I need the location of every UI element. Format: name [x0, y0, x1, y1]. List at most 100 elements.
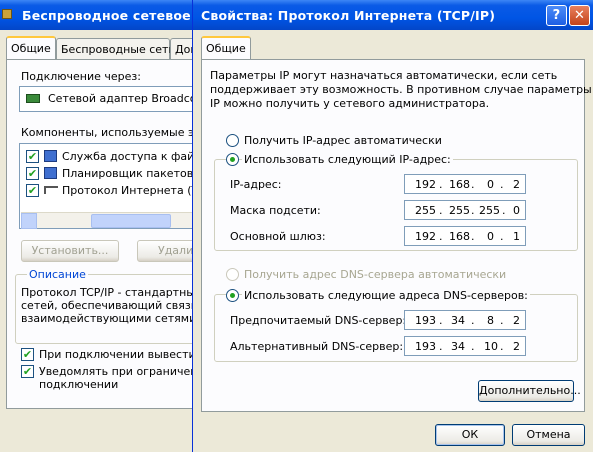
dialog-tab-panel: Параметры IP могут назначаться автоматич…	[201, 59, 592, 412]
manual-dns-radio[interactable]	[226, 289, 239, 302]
adapter-name: Сетевой адаптер Broadcom	[48, 92, 208, 105]
mask-octet: 255	[415, 204, 436, 217]
back-tab-general[interactable]: Общие	[6, 36, 56, 60]
components-list: ✔ Служба доступа к файлам ✔ Планировщик …	[19, 143, 219, 229]
tcpip-dialog: Свойства: Протокол Интернета (TCP/IP) ? …	[192, 0, 593, 452]
component-label: Планировщик пакетов Qo	[62, 167, 213, 180]
manual-dns-label[interactable]: Использовать следующие адреса DNS-сервер…	[242, 289, 530, 302]
mask-octet: 255	[479, 204, 500, 217]
components-label: Компоненты, используемые эти	[21, 126, 208, 139]
back-tab-wireless[interactable]: Беспроводные сети	[56, 38, 176, 60]
tab-label: Общие	[11, 42, 51, 55]
ip-address-field[interactable]: 192. 168. 0. 2	[404, 174, 526, 194]
gateway-octet: 1	[513, 230, 520, 243]
component-checkbox-tcpip[interactable]: ✔	[26, 184, 39, 197]
dns1-octet: 34	[451, 314, 465, 327]
preferred-dns-label: Предпочитаемый DNS-сервер:	[230, 314, 407, 327]
gateway-field[interactable]: 192. 168. 0. 1	[404, 226, 526, 246]
dialog-titlebar[interactable]: Свойства: Протокол Интернета (TCP/IP) ? …	[193, 0, 593, 30]
octet-dot: .	[502, 204, 506, 217]
dns2-octet: 34	[451, 340, 465, 353]
gateway-octet: 0	[487, 230, 494, 243]
dialog-tab-general[interactable]: Общие	[201, 36, 251, 60]
components-hscrollbar[interactable]	[21, 212, 217, 229]
gateway-octet: 168	[449, 230, 470, 243]
tab-label: Беспроводные сети	[61, 43, 176, 56]
cancel-button[interactable]: Отмена	[512, 424, 585, 446]
dns1-octet: 8	[487, 314, 494, 327]
back-tab-panel: Подключение через: Сетевой адаптер Broad…	[6, 59, 220, 409]
octet-dot: .	[439, 340, 443, 353]
octet-dot: .	[439, 230, 443, 243]
description-line: Протокол TCP/IP - стандартны	[21, 286, 195, 299]
gateway-octet: 192	[415, 230, 436, 243]
octet-dot: .	[471, 314, 475, 327]
intro-line: IP можно получить у сетевого администрат…	[210, 97, 490, 110]
dns2-octet: 193	[415, 340, 436, 353]
subnet-mask-label: Маска подсети:	[230, 204, 321, 217]
component-label: Протокол Интернета (TCP	[62, 184, 212, 197]
intro-line: Параметры IP могут назначаться автоматич…	[210, 69, 558, 82]
intro-line: поддерживает эту возможность. В противно…	[210, 83, 592, 96]
auto-dns-label: Получить адрес DNS-сервера автоматически	[244, 268, 507, 281]
octet-dot: .	[500, 340, 504, 353]
adapter-box: Сетевой адаптер Broadcom	[19, 86, 219, 112]
scroll-thumb[interactable]	[91, 214, 171, 228]
tab-label: Общие	[206, 42, 246, 55]
octet-dot: .	[439, 314, 443, 327]
ip-octet: 192	[415, 178, 436, 191]
auto-dns-radio[interactable]	[226, 268, 239, 281]
install-button[interactable]: Установить...	[21, 240, 119, 262]
close-icon[interactable]: ✕	[569, 5, 590, 26]
description-title: Описание	[27, 268, 88, 281]
protocol-icon	[44, 186, 58, 194]
octet-dot: .	[471, 178, 475, 191]
description-line: взаимодействующими сетями.	[21, 312, 200, 325]
dns2-octet: 10	[484, 340, 498, 353]
ip-octet: 2	[513, 178, 520, 191]
ip-address-label: IP-адрес:	[230, 178, 282, 191]
mask-octet: 0	[513, 204, 520, 217]
component-checkbox-file-sharing[interactable]: ✔	[26, 150, 39, 163]
alternate-dns-field[interactable]: 193. 34. 10. 2	[404, 336, 526, 356]
manual-ip-label[interactable]: Использовать следующий IP-адрес:	[242, 153, 453, 166]
octet-dot: .	[471, 204, 475, 217]
mask-octet: 255	[449, 204, 470, 217]
dns1-octet: 193	[415, 314, 436, 327]
preferred-dns-field[interactable]: 193. 34. 8. 2	[404, 310, 526, 330]
octet-dot: .	[500, 314, 504, 327]
help-icon[interactable]: ?	[546, 5, 567, 26]
network-adapter-icon	[26, 94, 40, 103]
alternate-dns-label: Альтернативный DNS-сервер:	[230, 340, 404, 353]
description-line: сетей, обеспечивающий связь	[21, 299, 198, 312]
show-icon-checkbox[interactable]: ✔	[21, 348, 34, 361]
back-window: Беспроводное сетевое сое Общие Беспровод…	[0, 0, 220, 452]
dialog-title: Свойства: Протокол Интернета (TCP/IP)	[201, 8, 496, 23]
file-sharing-icon	[44, 150, 57, 162]
ip-octet: 0	[487, 178, 494, 191]
advanced-button[interactable]: Дополнительно...	[478, 380, 581, 402]
subnet-mask-field[interactable]: 255. 255. 255. 0	[404, 200, 526, 220]
octet-dot: .	[500, 230, 504, 243]
octet-dot: .	[471, 340, 475, 353]
component-checkbox-qos[interactable]: ✔	[26, 167, 39, 180]
gateway-label: Основной шлюз:	[230, 230, 326, 243]
octet-dot: .	[439, 178, 443, 191]
back-window-icon	[2, 9, 12, 19]
connect-via-label: Подключение через:	[21, 70, 141, 83]
notify-label-continued: подключении	[39, 378, 119, 391]
scroll-left-icon[interactable]	[21, 213, 37, 229]
notify-checkbox[interactable]: ✔	[21, 365, 34, 378]
back-window-titlebar[interactable]: Беспроводное сетевое сое	[0, 0, 196, 30]
dns1-octet: 2	[513, 314, 520, 327]
back-window-title: Беспроводное сетевое сое	[22, 8, 196, 23]
ip-octet: 168	[449, 178, 470, 191]
auto-ip-radio[interactable]	[226, 134, 239, 147]
octet-dot: .	[471, 230, 475, 243]
manual-ip-radio[interactable]	[226, 153, 239, 166]
octet-dot: .	[500, 178, 504, 191]
ok-button[interactable]: ОК	[435, 424, 505, 446]
auto-ip-label[interactable]: Получить IP-адрес автоматически	[244, 134, 442, 147]
dns2-octet: 2	[513, 340, 520, 353]
qos-icon	[44, 167, 57, 179]
